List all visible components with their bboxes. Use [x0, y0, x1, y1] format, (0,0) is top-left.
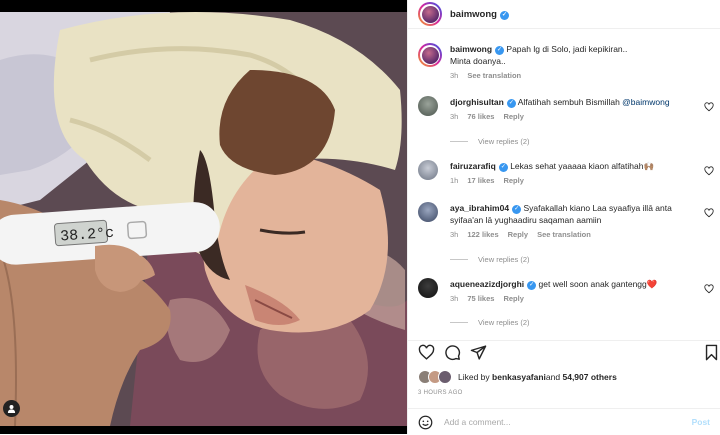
commenter-username[interactable]: aya_ibrahim04: [450, 203, 509, 213]
likes-summary: Liked by benkasyafani and 54,907 others: [418, 369, 720, 385]
comment-likes[interactable]: 76 likes: [467, 112, 494, 121]
likes-count[interactable]: 54,907 others: [562, 372, 616, 382]
reply-button[interactable]: Reply: [503, 112, 523, 121]
caption-text-line2: Minta doanya..: [450, 56, 506, 66]
post-time: 3 HOURS AGO: [418, 390, 463, 396]
commenter-username[interactable]: fairuzarafiq: [450, 161, 496, 171]
post-sidebar: baimwong ✓ baimwong ✓ Papah lg di Solo, ja…: [407, 0, 720, 434]
share-icon[interactable]: [470, 344, 487, 361]
verified-icon: ✓: [527, 281, 537, 290]
comment-text: get well soon anak gantengg❤️: [538, 279, 658, 289]
heart-icon[interactable]: [704, 166, 714, 176]
caption-username[interactable]: baimwong: [450, 44, 492, 54]
post-photo[interactable]: 38.2°c: [0, 0, 407, 434]
post-caption: baimwong ✓ Papah lg di Solo, jadi kepikir…: [418, 43, 714, 82]
comment-likes[interactable]: 17 likes: [467, 176, 494, 185]
comment-likes[interactable]: 122 likes: [467, 230, 498, 239]
post-header: baimwong ✓: [408, 0, 720, 29]
verified-icon: ✓: [512, 205, 522, 214]
comment-likes[interactable]: 75 likes: [467, 294, 494, 303]
post-comment-button[interactable]: Post: [692, 417, 710, 427]
caption-text-line1: Papah lg di Solo, jadi kepikiran..: [506, 44, 628, 54]
liked-by-prefix: Liked by: [458, 372, 490, 382]
comment-time: 1h: [450, 176, 459, 185]
emoji-icon[interactable]: [418, 415, 433, 430]
add-comment-bar: Post: [408, 408, 720, 435]
reply-button[interactable]: Reply: [503, 176, 523, 185]
commenter-avatar[interactable]: [418, 96, 438, 116]
heart-icon[interactable]: [418, 344, 435, 361]
liker-username[interactable]: benkasyafani: [492, 372, 546, 382]
comments-list[interactable]: baimwong ✓ Papah lg di Solo, jadi kepikir…: [408, 29, 720, 339]
commenter-username[interactable]: djorghisultan: [450, 97, 504, 107]
verified-icon: ✓: [506, 99, 516, 108]
liked-by-middle: and: [545, 372, 561, 382]
see-translation-link[interactable]: See translation: [537, 230, 591, 239]
author-username[interactable]: baimwong ✓: [450, 9, 509, 20]
photo-illustration: 38.2°c: [0, 0, 407, 434]
heart-icon[interactable]: [704, 102, 714, 112]
comment-text: Lekas sehat yaaaaa kiaon alfatihah🙌🏽: [510, 161, 655, 171]
comment-time: 3h: [450, 112, 459, 121]
see-translation-link[interactable]: See translation: [467, 71, 521, 80]
post-actions: [408, 340, 720, 365]
heart-icon[interactable]: [704, 284, 714, 294]
commenter-username[interactable]: aqueneazizdjorghi: [450, 279, 524, 289]
caption-time: 3h: [450, 71, 459, 80]
caption-avatar[interactable]: [418, 43, 442, 67]
comment-item: aqueneazizdjorghi ✓ get well soon anak ga…: [418, 278, 714, 305]
commenter-avatar[interactable]: [418, 278, 438, 298]
commenter-avatar[interactable]: [418, 202, 438, 222]
author-avatar[interactable]: [418, 2, 442, 26]
mention-link[interactable]: @baimwong: [622, 97, 669, 107]
reply-button[interactable]: Reply: [508, 230, 528, 239]
verified-icon: ✓: [495, 46, 505, 55]
comment-icon[interactable]: [444, 344, 461, 361]
liker-avatar: [438, 370, 452, 384]
reply-button[interactable]: Reply: [503, 294, 523, 303]
view-replies-button[interactable]: View replies (2): [450, 318, 530, 327]
comment-item: fairuzarafiq ✓ Lekas sehat yaaaaa kiaon a…: [418, 160, 714, 187]
view-replies-button[interactable]: View replies (2): [450, 255, 530, 264]
heart-icon[interactable]: [704, 208, 714, 218]
verified-icon: ✓: [499, 10, 509, 20]
verified-icon: ✓: [498, 163, 508, 172]
user-tag-icon[interactable]: [3, 400, 20, 417]
comment-time: 3h: [450, 294, 459, 303]
comment-item: aya_ibrahim04 ✓ Syafakallah kiano Laa sya…: [418, 202, 714, 241]
bookmark-icon[interactable]: [703, 344, 720, 361]
comment-item: djorghisultan ✓ Alfatihah sembuh Bismilla…: [418, 96, 714, 123]
comment-input[interactable]: [442, 416, 692, 428]
commenter-avatar[interactable]: [418, 160, 438, 180]
view-replies-button[interactable]: View replies (2): [450, 137, 530, 146]
comment-time: 3h: [450, 230, 459, 239]
comment-text: Alfatihah sembuh Bismillah: [517, 97, 623, 107]
